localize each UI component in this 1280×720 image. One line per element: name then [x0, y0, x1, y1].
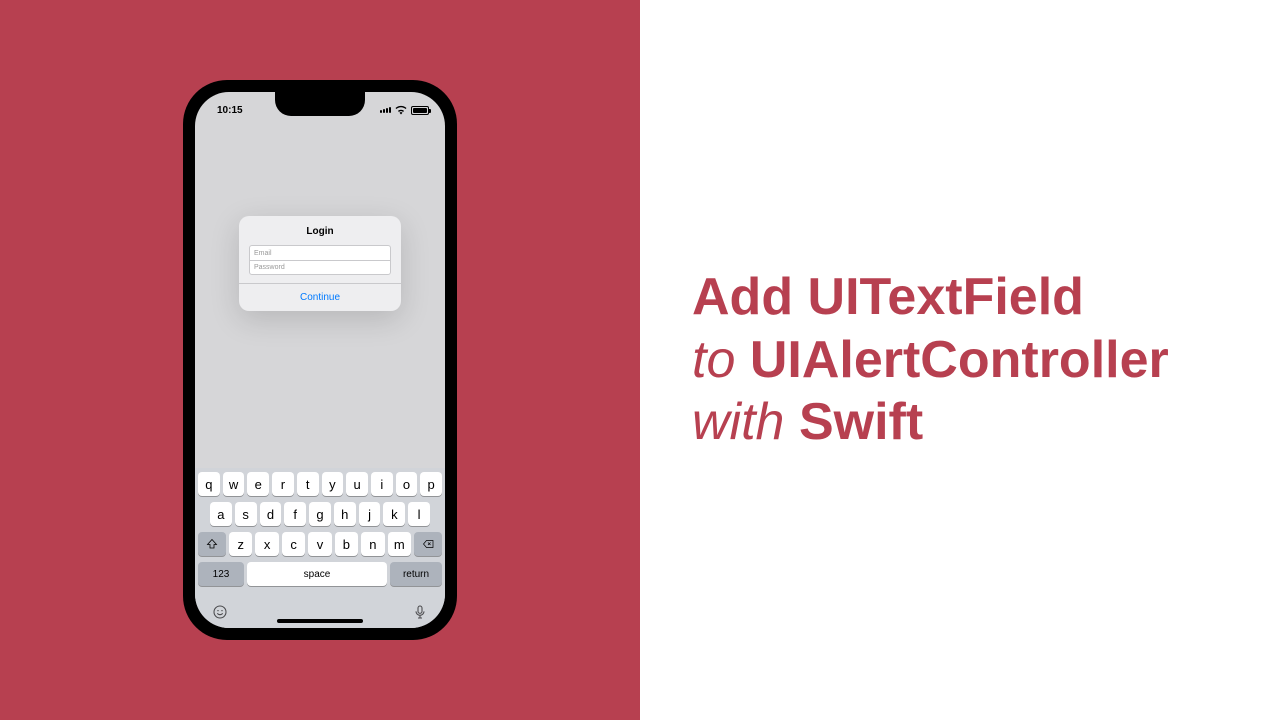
key-e[interactable]: e [247, 472, 269, 496]
alert-fields: Email Password [239, 245, 401, 283]
key-c[interactable]: c [282, 532, 305, 556]
continue-button[interactable]: Continue [239, 284, 401, 311]
keyboard-footer [198, 592, 442, 622]
return-key[interactable]: return [390, 562, 442, 586]
headline-line3-italic: with [692, 393, 784, 451]
key-x[interactable]: x [255, 532, 278, 556]
key-a[interactable]: a [210, 502, 232, 526]
password-field[interactable]: Password [249, 260, 391, 275]
key-n[interactable]: n [361, 532, 384, 556]
key-f[interactable]: f [284, 502, 306, 526]
shift-icon [206, 538, 218, 550]
emoji-icon[interactable] [212, 604, 228, 620]
headline-line1: Add UITextField [692, 268, 1084, 326]
headline-line3-bold: Swift [799, 393, 923, 451]
key-t[interactable]: t [297, 472, 319, 496]
key-k[interactable]: k [383, 502, 405, 526]
right-panel: Add UITextField to UIAlertController wit… [640, 0, 1280, 720]
status-time: 10:15 [217, 105, 243, 116]
status-right [380, 105, 429, 115]
key-g[interactable]: g [309, 502, 331, 526]
key-j[interactable]: j [359, 502, 381, 526]
wifi-icon [395, 105, 407, 115]
key-i[interactable]: i [371, 472, 393, 496]
content-area: Login Email Password Continue [195, 122, 445, 468]
key-l[interactable]: l [408, 502, 430, 526]
phone-notch [275, 92, 365, 116]
keyboard: q w e r t y u i o p a s d f g h [195, 468, 445, 628]
key-z[interactable]: z [229, 532, 252, 556]
key-u[interactable]: u [346, 472, 368, 496]
numeric-key[interactable]: 123 [198, 562, 244, 586]
headline-line2-bold: UIAlertController [750, 331, 1169, 389]
key-p[interactable]: p [420, 472, 442, 496]
key-b[interactable]: b [335, 532, 358, 556]
keyboard-row-2: a s d f g h j k l [198, 502, 442, 526]
email-field[interactable]: Email [249, 245, 391, 260]
headline-line2-italic: to [692, 331, 735, 389]
key-v[interactable]: v [308, 532, 331, 556]
mic-icon[interactable] [412, 604, 428, 620]
left-panel: 10:15 Login Email Password Continue [0, 0, 640, 720]
key-h[interactable]: h [334, 502, 356, 526]
key-y[interactable]: y [322, 472, 344, 496]
keyboard-row-3: z x c v b n m [198, 532, 442, 556]
login-alert: Login Email Password Continue [239, 216, 401, 311]
headline: Add UITextField to UIAlertController wit… [692, 266, 1169, 453]
backspace-key[interactable] [414, 532, 442, 556]
keyboard-row-1: q w e r t y u i o p [198, 472, 442, 496]
space-key[interactable]: space [247, 562, 387, 586]
phone-frame: 10:15 Login Email Password Continue [183, 80, 457, 640]
key-r[interactable]: r [272, 472, 294, 496]
battery-icon [411, 106, 429, 115]
keyboard-row-bottom: 123 space return [198, 562, 442, 586]
signal-icon [380, 107, 391, 113]
shift-key[interactable] [198, 532, 226, 556]
alert-title: Login [239, 216, 401, 245]
key-q[interactable]: q [198, 472, 220, 496]
backspace-icon [422, 538, 434, 550]
key-w[interactable]: w [223, 472, 245, 496]
phone-screen: 10:15 Login Email Password Continue [195, 92, 445, 628]
key-s[interactable]: s [235, 502, 257, 526]
key-o[interactable]: o [396, 472, 418, 496]
home-indicator[interactable] [277, 619, 363, 623]
key-d[interactable]: d [260, 502, 282, 526]
key-m[interactable]: m [388, 532, 411, 556]
